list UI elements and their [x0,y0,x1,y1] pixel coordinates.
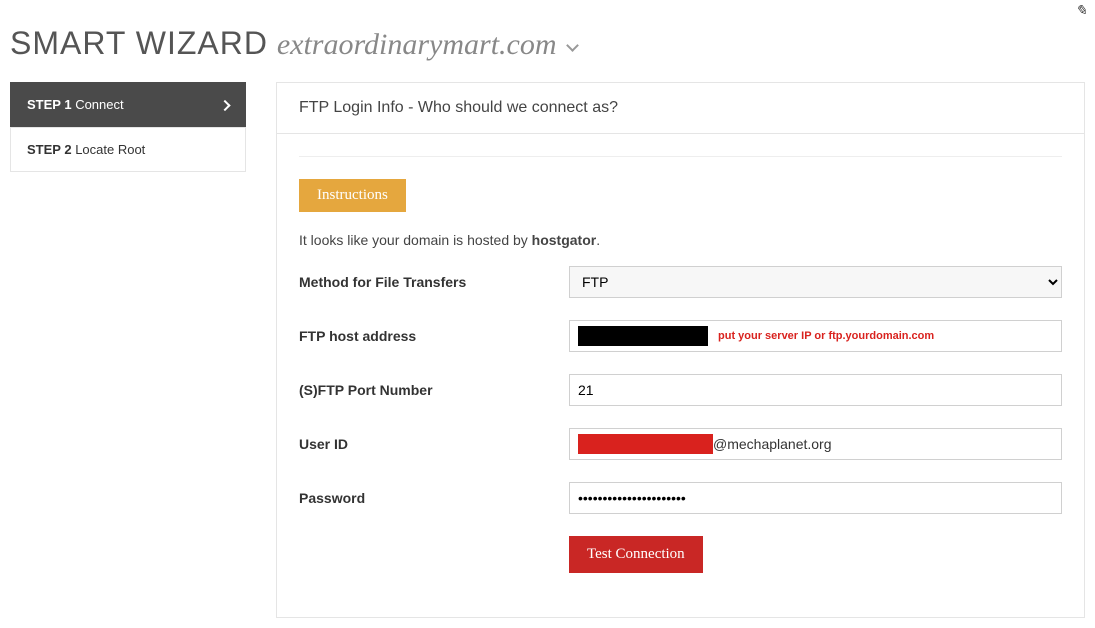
password-label: Password [299,490,569,506]
step-sidebar: STEP 1 Connect STEP 2 Locate Root [10,82,246,618]
password-input[interactable] [578,487,1053,509]
divider [299,156,1062,157]
host-input-wrap[interactable]: put your server IP or ftp.yourdomain.com [569,320,1062,352]
method-label: Method for File Transfers [299,274,569,290]
instructions-button[interactable]: Instructions [299,179,406,212]
hosted-prefix: It looks like your domain is hosted by [299,232,532,248]
method-select[interactable]: FTP [569,266,1062,298]
main-panel: FTP Login Info - Who should we connect a… [276,82,1085,618]
panel-title: FTP Login Info - Who should we connect a… [277,83,1084,134]
step-label: Connect [75,97,123,112]
app-title: SMART WIZARD [10,25,268,61]
step-num: STEP 2 [27,142,72,157]
host-hint: put your server IP or ftp.yourdomain.com [718,330,934,342]
step-2-locate-root[interactable]: STEP 2 Locate Root [10,127,246,172]
step-1-connect[interactable]: STEP 1 Connect [10,82,246,127]
page-header: SMART WIZARD extraordinarymart.com [10,10,1085,82]
hosted-host: hostgator [532,232,597,248]
host-label: FTP host address [299,328,569,344]
chevron-down-icon [568,24,578,34]
user-label: User ID [299,436,569,452]
domain-text: extraordinarymart.com [277,28,557,61]
hosted-suffix: . [596,232,600,248]
redacted-host [578,326,708,346]
domain-selector[interactable]: extraordinarymart.com [277,28,578,61]
user-suffix: @mechaplanet.org [713,436,832,452]
chevron-right-icon [221,97,229,112]
port-label: (S)FTP Port Number [299,382,569,398]
step-label: Locate Root [75,142,145,157]
test-connection-button[interactable]: Test Connection [569,536,703,573]
hosted-by-text: It looks like your domain is hosted by h… [299,232,1062,248]
port-input[interactable] [578,379,1053,401]
step-num: STEP 1 [27,97,72,112]
user-input-wrap[interactable]: @mechaplanet.org [569,428,1062,460]
page-mark: ✎ [1075,2,1087,19]
redacted-user [578,434,713,454]
